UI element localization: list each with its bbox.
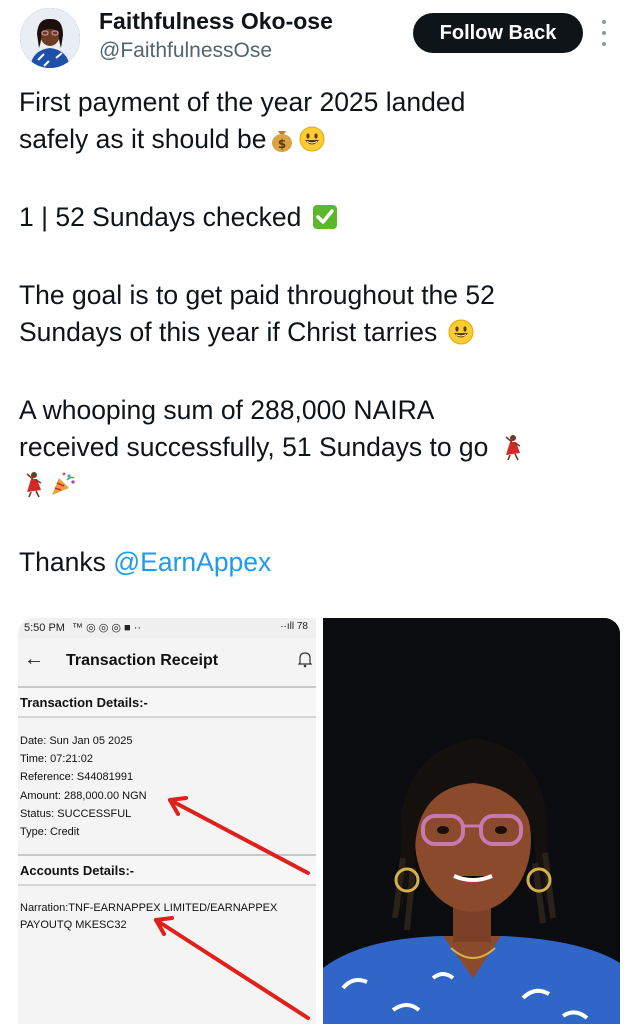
woman-dancing-icon <box>505 435 521 461</box>
tweet-line: Sundays of this year if Christ tarries <box>19 314 619 351</box>
mention-link[interactable]: @EarnAppex <box>113 547 271 577</box>
tweet-line: A whooping sum of 288,000 NAIRA <box>19 395 435 425</box>
grinning-face-icon <box>448 319 474 345</box>
media-gallery[interactable]: 5:50 PM ™ ◎ ◎ ◎ ■ ·· ··ıll 78 ← Transact… <box>18 618 620 1024</box>
tweet-line: received successfully, 51 Sundays to go <box>19 429 619 466</box>
author-avatar[interactable] <box>20 8 80 68</box>
follow-back-button[interactable]: Follow Back <box>413 13 583 53</box>
woman-dancing-icon <box>26 472 42 498</box>
tweet-text: First payment of the year 2025 landed sa… <box>19 84 619 581</box>
tweet-line: First payment of the year 2025 landed <box>19 87 466 117</box>
red-annotation-arrows <box>154 796 310 1020</box>
tweet-line: 1 | 52 Sundays checked <box>19 199 619 236</box>
more-options-icon[interactable] <box>598 20 610 46</box>
tweet-line: safely as it should be $ <box>19 121 619 158</box>
grinning-face-icon <box>299 126 325 152</box>
tweet-line <box>19 466 619 503</box>
svg-text:$: $ <box>278 137 286 151</box>
tweet-line: Thanks @EarnAppex <box>19 544 619 581</box>
portrait-photo-image[interactable] <box>323 618 620 1024</box>
tweet-header: Faithfulness Oko-ose @FaithfulnessOse Fo… <box>0 0 638 80</box>
party-popper-icon <box>52 472 75 495</box>
author-display-name[interactable]: Faithfulness Oko-ose <box>99 8 333 35</box>
author-handle[interactable]: @FaithfulnessOse <box>99 39 272 63</box>
money-bag-icon: $ <box>272 131 293 152</box>
check-mark-icon <box>312 205 337 229</box>
receipt-screenshot-image[interactable]: 5:50 PM ™ ◎ ◎ ◎ ■ ·· ··ıll 78 ← Transact… <box>18 618 316 1024</box>
tweet-line: The goal is to get paid throughout the 5… <box>19 280 495 310</box>
thanks-text: Thanks <box>19 547 114 577</box>
